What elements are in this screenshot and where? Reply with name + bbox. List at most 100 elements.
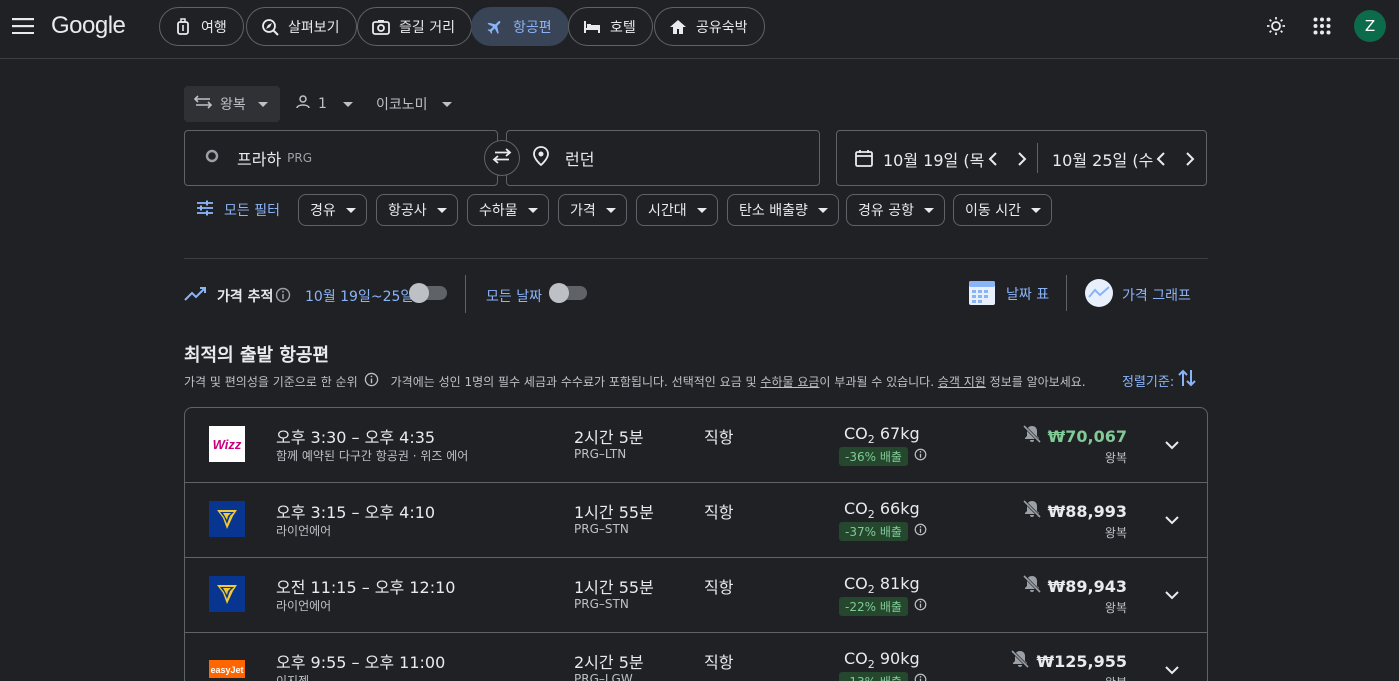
chevron-down-icon: [441, 101, 452, 107]
flight-times: 오후 9:55 – 오후 11:00: [276, 653, 446, 672]
flight-results-list: Wizz 오후 3:30 – 오후 4:35 함께 예약된 다구간 항공권 · …: [184, 407, 1208, 681]
co2-subscript: 2: [867, 583, 875, 596]
depart-next-date-icon[interactable]: [1016, 149, 1028, 173]
filter-airlines[interactable]: 항공사: [376, 194, 458, 226]
sort-by-button[interactable]: 정렬기준:: [1122, 368, 1196, 392]
google-logo[interactable]: Google: [51, 11, 126, 41]
flight-duration: 1시간 55분: [574, 503, 654, 522]
price-graph-button[interactable]: 가격 그래프: [1084, 278, 1191, 312]
apps-grid-icon[interactable]: [1310, 14, 1334, 38]
return-date[interactable]: 10월 25일 (수: [1052, 147, 1153, 171]
passenger-assistance-link[interactable]: 승객 지원: [938, 375, 986, 389]
calendar-icon: [854, 148, 874, 172]
flight-stops: 직항: [704, 428, 734, 447]
filter-duration[interactable]: 이동 시간: [953, 194, 1052, 226]
expand-chevron-icon[interactable]: [1161, 509, 1183, 531]
bed-icon: [583, 18, 601, 36]
divider: [1066, 275, 1067, 311]
emissions-badge-wrap: -37% 배출: [839, 522, 927, 541]
info-icon[interactable]: [914, 523, 927, 540]
top-app-bar: Google 여행 살펴보기 즐길 거리 항공편 호텔 공유숙박 Z: [0, 0, 1399, 59]
explore-icon: [261, 18, 279, 36]
filter-price[interactable]: 가격: [558, 194, 627, 226]
tab-label: 공유숙박: [696, 19, 748, 36]
filter-times[interactable]: 시간대: [636, 194, 718, 226]
tab-explore[interactable]: 살펴보기: [246, 7, 357, 46]
track-any-dates-toggle[interactable]: [549, 283, 587, 303]
filter-label: 탄소 배출량: [739, 203, 808, 219]
filter-bags[interactable]: 수하물: [467, 194, 549, 226]
date-range-field[interactable]: 10월 19일 (목 10월 25일 (수: [836, 130, 1207, 186]
flight-row[interactable]: 오전 11:15 – 오후 12:10 라이언에어 1시간 55분 PRG–ST…: [185, 558, 1207, 633]
text-part: 가격에는 성인 1명의 필수 세금과 수수료가 포함됩니다. 선택적인 요금 및: [390, 374, 761, 389]
expand-chevron-icon[interactable]: [1161, 434, 1183, 456]
info-icon[interactable]: [914, 673, 927, 681]
home-icon: [669, 18, 687, 36]
origin-field[interactable]: 프라하 PRG: [184, 130, 498, 186]
theme-brightness-icon[interactable]: [1264, 14, 1288, 38]
main-menu-icon[interactable]: [8, 11, 38, 41]
passenger-count: 1: [318, 96, 327, 112]
airline-name: 라이언에어: [276, 524, 332, 538]
depart-prev-date-icon[interactable]: [987, 149, 999, 173]
depart-date[interactable]: 10월 19일 (목: [883, 147, 984, 171]
svg-text:Wizz: Wizz: [213, 437, 242, 452]
emissions-badge: -22% 배출: [839, 597, 908, 616]
date-divider: [1037, 143, 1038, 173]
account-avatar[interactable]: Z: [1354, 10, 1386, 42]
tab-vacation-rentals[interactable]: 공유숙박: [654, 7, 765, 46]
filter-emissions[interactable]: 탄소 배출량: [727, 194, 839, 226]
co2-value: 66kg: [879, 499, 920, 518]
tab-things-to-do[interactable]: 즐길 거리: [357, 7, 472, 46]
location-pin-icon: [533, 146, 549, 170]
passenger-select[interactable]: 1: [286, 86, 363, 122]
co2-value: 90kg: [879, 649, 920, 668]
expand-chevron-icon[interactable]: [1161, 659, 1183, 681]
return-prev-date-icon[interactable]: [1155, 149, 1167, 173]
co2-emissions: CO2 81kg: [844, 574, 920, 596]
info-icon[interactable]: [914, 448, 927, 465]
trip-type-select[interactable]: 왕복: [184, 86, 280, 122]
co2-value: 81kg: [879, 574, 920, 593]
tab-travel[interactable]: 여행: [159, 7, 244, 46]
filter-label: 경유: [310, 203, 336, 219]
filter-stops[interactable]: 경유: [298, 194, 367, 226]
info-icon[interactable]: [914, 598, 927, 615]
price-wrap: ₩88,993: [1022, 499, 1127, 523]
divider: [184, 258, 1208, 259]
swap-icon: [492, 148, 512, 168]
airline-name: 함께 예약된 다구간 항공권 · 위즈 에어: [276, 449, 469, 463]
return-next-date-icon[interactable]: [1184, 149, 1196, 173]
flight-stops: 직항: [704, 653, 734, 672]
track-selected-dates-toggle[interactable]: [409, 283, 447, 303]
chevron-down-icon: [817, 207, 828, 213]
co2-emissions: CO2 66kg: [844, 499, 920, 521]
all-filters-button[interactable]: 모든 필터: [196, 194, 280, 226]
section-title: 최적의 출발 항공편: [184, 345, 330, 366]
tab-flights[interactable]: 항공편: [471, 7, 569, 46]
cabin-class-select[interactable]: 이코노미: [366, 86, 462, 122]
swap-origin-destination-button[interactable]: [484, 140, 520, 176]
ranking-note: 가격 및 편의성을 기준으로 한 순위: [184, 374, 358, 389]
flight-stops: 직항: [704, 578, 734, 597]
price-tracking-off-icon: [1022, 499, 1042, 523]
chevron-down-icon: [1030, 207, 1041, 213]
info-icon[interactable]: [364, 372, 379, 390]
flight-duration: 2시간 5분: [574, 428, 644, 447]
flight-row[interactable]: Wizz 오후 3:30 – 오후 4:35 함께 예약된 다구간 항공권 · …: [185, 408, 1207, 483]
expand-chevron-icon[interactable]: [1161, 584, 1183, 606]
destination-field[interactable]: 런던: [506, 130, 820, 186]
tab-hotels[interactable]: 호텔: [568, 7, 653, 46]
date-grid-button[interactable]: 날짜 표: [968, 278, 1049, 310]
any-dates-label: 모든 날짜: [486, 289, 542, 305]
price-tracking-off-icon: [1022, 574, 1042, 598]
baggage-fees-link[interactable]: 수하물 요금: [760, 375, 819, 389]
flight-row[interactable]: 오후 3:15 – 오후 4:10 라이언에어 1시간 55분 PRG–STN …: [185, 483, 1207, 558]
tab-label: 항공편: [513, 19, 552, 36]
filter-connecting-airports[interactable]: 경유 공항: [846, 194, 945, 226]
flight-row[interactable]: easyJet 오후 9:55 – 오후 11:00 이지젯 2시간 5분 PR…: [185, 633, 1207, 681]
person-icon: [296, 95, 310, 113]
emissions-badge: -13% 배출: [839, 672, 908, 681]
flight-times: 오전 11:15 – 오후 12:10: [276, 578, 456, 597]
info-icon[interactable]: [275, 287, 291, 307]
